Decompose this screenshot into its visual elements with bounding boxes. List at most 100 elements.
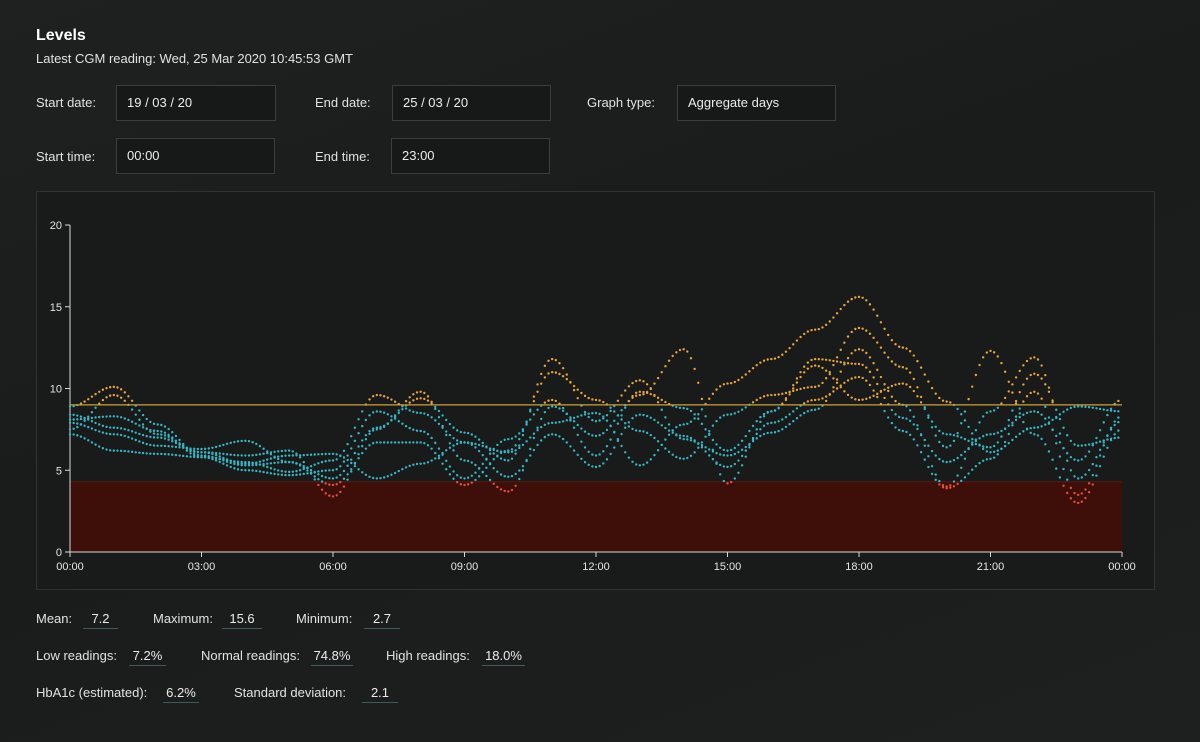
reading-point xyxy=(971,432,974,435)
reading-point xyxy=(1073,405,1076,409)
reading-point xyxy=(1062,410,1065,413)
reading-point xyxy=(766,358,769,361)
reading-point xyxy=(729,413,733,416)
reading-point xyxy=(543,435,547,439)
reading-point xyxy=(1106,434,1109,438)
reading-point xyxy=(1062,446,1065,450)
reading-point xyxy=(72,433,75,436)
reading-point xyxy=(269,462,273,465)
reading-point xyxy=(989,457,992,461)
reading-point xyxy=(949,460,952,463)
reading-point xyxy=(850,396,853,399)
reading-point xyxy=(1066,433,1069,437)
reading-point xyxy=(1003,444,1007,448)
reading-point xyxy=(781,418,784,421)
reading-point xyxy=(335,476,338,479)
reading-point xyxy=(1098,407,1102,411)
reading-point xyxy=(693,439,696,442)
reading-point xyxy=(971,468,974,471)
reading-point xyxy=(408,441,411,444)
reading-point xyxy=(251,469,254,472)
reading-point xyxy=(1098,448,1102,452)
reading-point xyxy=(123,417,126,420)
reading-point xyxy=(1076,493,1080,496)
reading-point xyxy=(346,473,349,476)
graph-type-select[interactable]: Aggregate days xyxy=(677,85,836,121)
reading-point xyxy=(682,348,685,351)
reading-point xyxy=(488,462,492,466)
reading-point xyxy=(521,464,525,468)
reading-point xyxy=(678,434,682,437)
reading-point xyxy=(156,436,159,439)
reading-point xyxy=(108,415,112,418)
reading-point xyxy=(664,426,667,430)
end-time-input[interactable]: 23:00 xyxy=(391,138,550,174)
start-time-input[interactable]: 00:00 xyxy=(116,138,275,174)
reading-point xyxy=(331,477,335,480)
reading-point xyxy=(591,418,594,422)
reading-point xyxy=(119,427,123,430)
latest-cgm-reading: Latest CGM reading: Wed, 25 Mar 2020 10:… xyxy=(36,51,353,66)
reading-point xyxy=(426,432,430,436)
reading-point xyxy=(784,350,788,353)
reading-point xyxy=(1033,433,1036,436)
reading-point xyxy=(1091,442,1094,445)
reading-point xyxy=(240,460,243,464)
reading-point xyxy=(152,444,156,447)
reading-point xyxy=(222,443,225,447)
reading-point xyxy=(108,385,112,389)
reading-point xyxy=(361,444,364,448)
reading-point xyxy=(1018,412,1021,415)
reading-point xyxy=(992,409,996,412)
reading-point xyxy=(174,453,178,457)
reading-point xyxy=(229,441,232,445)
reading-point xyxy=(729,480,733,484)
reading-point xyxy=(547,372,550,375)
reading-point xyxy=(850,377,853,380)
reading-point xyxy=(740,439,744,443)
reading-point xyxy=(667,433,671,436)
reading-point xyxy=(832,377,835,380)
reading-point xyxy=(335,468,338,471)
reading-point xyxy=(941,444,945,448)
reading-point xyxy=(353,462,357,465)
reading-point xyxy=(810,385,813,389)
reading-point xyxy=(974,464,978,468)
reading-point xyxy=(835,387,839,390)
reading-point xyxy=(401,422,404,425)
reading-point xyxy=(824,377,828,380)
reading-point xyxy=(554,433,558,437)
reading-point xyxy=(536,383,539,386)
reading-point xyxy=(368,414,371,417)
reading-point xyxy=(466,459,470,463)
reading-point xyxy=(116,426,119,430)
reading-point xyxy=(876,314,879,317)
reading-point xyxy=(156,429,159,433)
reading-point xyxy=(784,398,788,402)
reading-point xyxy=(583,446,587,449)
reading-point xyxy=(1091,473,1094,477)
reading-point xyxy=(258,460,262,463)
reading-point xyxy=(642,463,645,466)
reading-point xyxy=(861,296,864,300)
start-date-input[interactable]: 19 / 03 / 20 xyxy=(116,85,276,121)
reading-point xyxy=(408,396,411,399)
reading-point xyxy=(412,441,415,444)
reading-point xyxy=(803,386,806,390)
reading-point xyxy=(795,377,799,380)
reading-point xyxy=(887,333,890,337)
reading-point xyxy=(507,459,510,462)
reading-point xyxy=(298,456,302,459)
reading-point xyxy=(108,432,112,436)
reading-point xyxy=(262,470,265,474)
reading-point xyxy=(1095,464,1098,467)
reading-point xyxy=(298,469,302,472)
reading-point xyxy=(83,400,86,403)
end-date-input[interactable]: 25 / 03 / 20 xyxy=(392,85,551,121)
reading-point xyxy=(379,410,382,413)
reading-point xyxy=(737,471,740,474)
reading-point xyxy=(726,465,729,469)
reading-point xyxy=(101,415,105,418)
reading-point xyxy=(927,465,930,469)
reading-point xyxy=(357,432,360,435)
